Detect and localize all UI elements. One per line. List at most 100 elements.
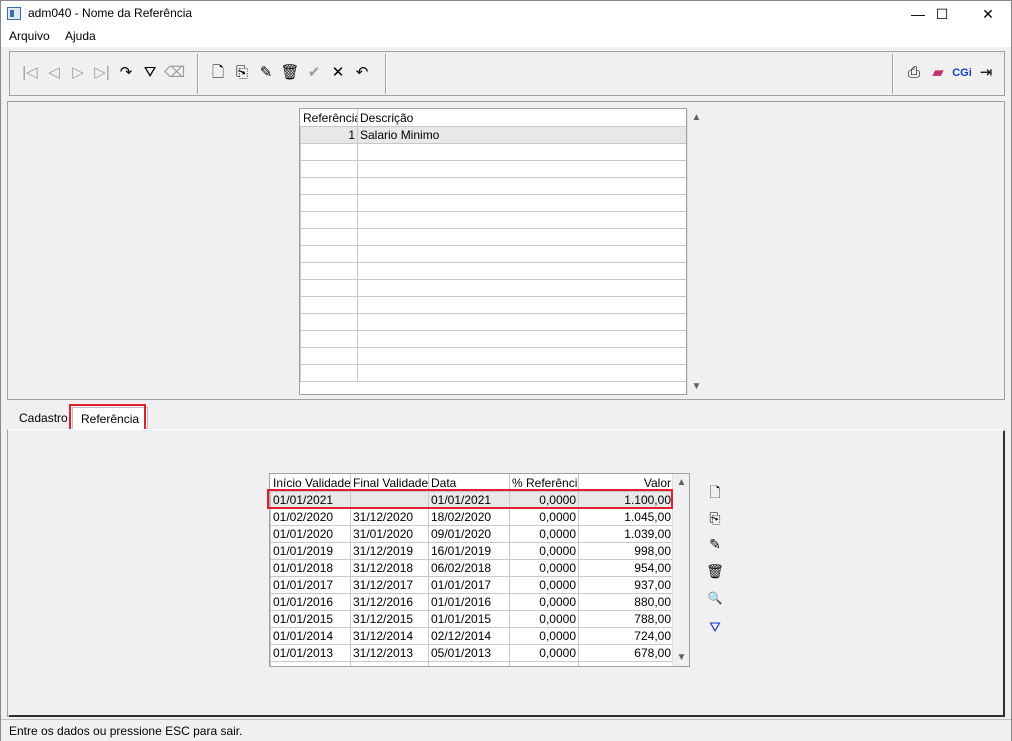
side-new-button[interactable]: 🗋 <box>705 482 725 502</box>
cell-data[interactable]: 01/01/2015 <box>428 610 510 628</box>
edit-button[interactable]: ✎ <box>256 63 276 83</box>
scroll-down-icon[interactable]: ▼ <box>688 378 705 395</box>
scroll-down-icon[interactable]: ▼ <box>673 649 690 666</box>
cell-percent-referencia[interactable]: 0,0000 <box>509 508 579 526</box>
table-row[interactable] <box>300 194 686 212</box>
cell-data[interactable]: 18/02/2020 <box>428 508 510 526</box>
table-row[interactable] <box>300 262 686 280</box>
cell-percent-referencia[interactable]: 0,0000 <box>509 627 579 645</box>
side-send-button[interactable]: ⛛ <box>705 617 725 637</box>
cell-data[interactable]: 01/01/2016 <box>428 593 510 611</box>
table-row[interactable]: 01/02/2020 31/12/2020 18/02/2020 0,0000 … <box>270 508 674 526</box>
cell-final-validade[interactable]: 31/12/2013 <box>350 644 429 662</box>
cell-data[interactable]: 09/01/2020 <box>428 525 510 543</box>
cell-inicio-validade[interactable]: 01/01/2014 <box>270 627 351 645</box>
table-row[interactable] <box>300 228 686 246</box>
referencia-grid-scrollbar[interactable]: ▲ ▼ <box>687 109 704 395</box>
book-button[interactable]: ▰ <box>928 63 948 83</box>
table-row[interactable] <box>270 661 674 666</box>
table-row[interactable] <box>300 296 686 314</box>
cell-valor[interactable]: 788,00 <box>578 610 674 628</box>
cell-inicio-validade[interactable]: 01/01/2019 <box>270 542 351 560</box>
table-row[interactable] <box>300 177 686 195</box>
cell-percent-referencia[interactable]: 0,0000 <box>509 576 579 594</box>
cell-inicio-validade[interactable]: 01/01/2013 <box>270 644 351 662</box>
cell-inicio-validade[interactable]: 01/02/2020 <box>270 508 351 526</box>
cell-data[interactable]: 05/01/2013 <box>428 644 510 662</box>
table-row[interactable]: 01/01/2013 31/12/2013 05/01/2013 0,0000 … <box>270 644 674 662</box>
table-row[interactable]: 01/01/2016 31/12/2016 01/01/2016 0,0000 … <box>270 593 674 611</box>
delete-button[interactable]: 🗑 <box>280 63 300 83</box>
cancel-button[interactable]: ✕ <box>328 63 348 83</box>
scroll-up-icon[interactable]: ▲ <box>688 109 705 126</box>
clear-filter-button[interactable]: ⌫ <box>164 63 185 83</box>
cell-final-validade[interactable]: 31/12/2017 <box>350 576 429 594</box>
cell-final-validade[interactable]: 31/01/2020 <box>350 525 429 543</box>
cell-valor[interactable]: 724,00 <box>578 627 674 645</box>
cell-data[interactable]: 01/01/2017 <box>428 576 510 594</box>
table-row[interactable] <box>300 330 686 348</box>
table-row[interactable]: 01/01/2019 31/12/2019 16/01/2019 0,0000 … <box>270 542 674 560</box>
table-row[interactable]: 01/01/2015 31/12/2015 01/01/2015 0,0000 … <box>270 610 674 628</box>
table-row[interactable] <box>300 279 686 297</box>
side-delete-button[interactable]: 🗑 <box>705 561 725 581</box>
cell-valor[interactable]: 678,00 <box>578 644 674 662</box>
cell-valor[interactable]: 937,00 <box>578 576 674 594</box>
cell-inicio-validade[interactable]: 01/01/2017 <box>270 576 351 594</box>
cell-final-validade[interactable]: 31/12/2016 <box>350 593 429 611</box>
cell-data[interactable]: 06/02/2018 <box>428 559 510 577</box>
first-record-button[interactable]: |◁ <box>20 63 40 83</box>
menu-arquivo[interactable]: Arquivo <box>9 29 50 43</box>
menu-ajuda[interactable]: Ajuda <box>65 29 96 43</box>
cell-final-validade[interactable]: 31/12/2018 <box>350 559 429 577</box>
side-copy-button[interactable]: ⎘ <box>705 508 725 528</box>
cell-percent-referencia[interactable]: 0,0000 <box>509 593 579 611</box>
cgi-button[interactable]: CGi <box>950 63 974 83</box>
cell-final-validade[interactable]: 31/12/2020 <box>350 508 429 526</box>
cell-percent-referencia[interactable]: 0,0000 <box>509 559 579 577</box>
side-search-button[interactable]: 🔍 <box>705 588 725 608</box>
cell-percent-referencia[interactable]: 0,0000 <box>509 644 579 662</box>
table-row[interactable] <box>300 313 686 331</box>
table-row[interactable] <box>300 364 686 382</box>
cell-percent-referencia[interactable]: 0,0000 <box>509 610 579 628</box>
close-button[interactable]: ✕ <box>965 1 1011 27</box>
cell-inicio-validade[interactable]: 01/01/2020 <box>270 525 351 543</box>
exit-button[interactable]: ⇥ <box>976 63 996 83</box>
cell-valor[interactable]: 1.045,00 <box>578 508 674 526</box>
cell-inicio-validade[interactable]: 01/01/2015 <box>270 610 351 628</box>
print-button[interactable]: ⎙ <box>904 63 924 83</box>
cell-referencia[interactable]: 1 <box>300 126 358 144</box>
refresh-button[interactable]: ↷ <box>116 63 136 83</box>
last-record-button[interactable]: ▷| <box>92 63 112 83</box>
table-row[interactable]: 01/01/2017 31/12/2017 01/01/2017 0,0000 … <box>270 576 674 594</box>
valores-grid-scrollbar[interactable]: ▲ ▼ <box>672 474 689 666</box>
cell-descricao[interactable]: Salario Minimo <box>357 126 686 144</box>
cell-final-validade[interactable]: 31/12/2019 <box>350 542 429 560</box>
cell-inicio-validade[interactable]: 01/01/2018 <box>270 559 351 577</box>
table-row[interactable] <box>300 143 686 161</box>
cell-final-validade[interactable]: 31/12/2014 <box>350 627 429 645</box>
table-row[interactable]: 01/01/2018 31/12/2018 06/02/2018 0,0000 … <box>270 559 674 577</box>
cell-data[interactable]: 16/01/2019 <box>428 542 510 560</box>
scroll-up-icon[interactable]: ▲ <box>673 474 690 491</box>
cell-inicio-validade[interactable]: 01/01/2016 <box>270 593 351 611</box>
column-header-referencia[interactable]: Referência <box>300 109 358 127</box>
cell-valor[interactable]: 998,00 <box>578 542 674 560</box>
table-row[interactable] <box>300 211 686 229</box>
maximize-button[interactable]: ☐ <box>919 1 965 27</box>
confirm-button[interactable]: ✔ <box>304 63 324 83</box>
table-row[interactable] <box>300 245 686 263</box>
cell-data[interactable]: 02/12/2014 <box>428 627 510 645</box>
copy-button[interactable]: ⎘ <box>232 63 252 83</box>
table-row[interactable] <box>300 347 686 365</box>
column-header-descricao[interactable]: Descrição <box>357 109 686 127</box>
table-row[interactable]: 1 Salario Minimo <box>300 126 686 144</box>
cell-valor[interactable]: 954,00 <box>578 559 674 577</box>
undo-button[interactable]: ↶ <box>352 63 372 83</box>
next-record-button[interactable]: ▷ <box>68 63 88 83</box>
tab-cadastro[interactable]: Cadastro <box>11 407 76 429</box>
previous-record-button[interactable]: ◁ <box>44 63 64 83</box>
side-edit-button[interactable]: ✎ <box>705 534 725 554</box>
table-row[interactable]: 01/01/2020 31/01/2020 09/01/2020 0,0000 … <box>270 525 674 543</box>
